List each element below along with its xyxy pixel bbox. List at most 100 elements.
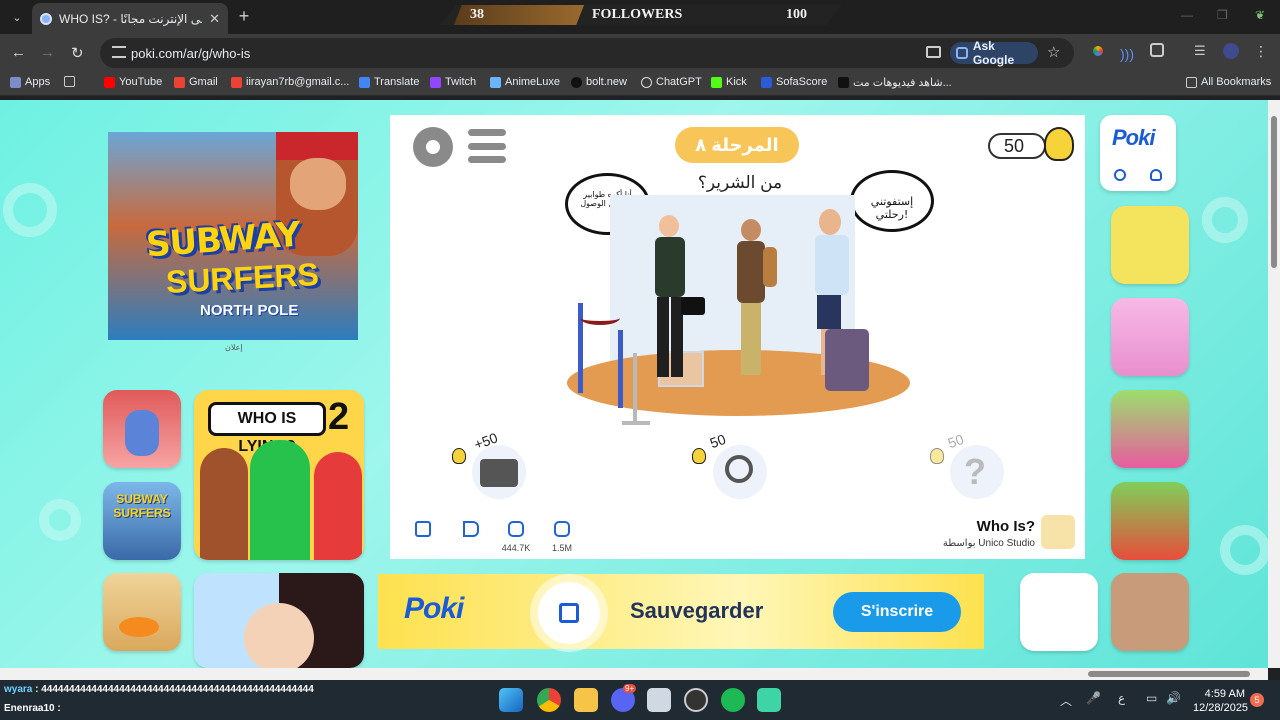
microphone-icon[interactable]: 🎤 xyxy=(1086,691,1101,705)
bookmarks-bar: Apps YouTube Gmail iirayan7rb@gmail.c...… xyxy=(0,72,1280,96)
bookmark-email[interactable]: iirayan7rb@gmail.c... xyxy=(231,76,349,88)
queue-pole-right xyxy=(618,330,623,408)
game-thumb-right-2[interactable] xyxy=(1111,298,1189,376)
install-app-icon[interactable] xyxy=(926,46,941,58)
clapperboard-icon xyxy=(480,459,518,487)
bookmark-label: AnimeLuxe xyxy=(505,76,561,88)
chrome-taskbar-icon[interactable] xyxy=(537,688,561,712)
report-flag-icon[interactable] xyxy=(463,521,479,537)
ad-title-line3: NORTH POLE xyxy=(200,302,299,319)
subway-surfers-ad[interactable]: SUBWAY SURFERS NORTH POLE xyxy=(108,132,358,340)
bookmark-bolt[interactable]: bolt.new xyxy=(571,76,627,88)
fullscreen-icon[interactable] xyxy=(415,521,431,537)
settings-gear-icon[interactable] xyxy=(413,127,453,167)
game-thumb-right-3[interactable] xyxy=(1111,390,1189,468)
game-thumb-right-1[interactable] xyxy=(1111,206,1189,284)
thumb-character xyxy=(125,410,159,456)
hamburger-menu-icon[interactable] xyxy=(468,129,506,163)
lightbulb-icon xyxy=(1044,127,1074,161)
game-thumb-fish-rescue[interactable] xyxy=(103,573,181,651)
language-indicator[interactable]: ع xyxy=(1118,691,1125,705)
game-thumb-right-4[interactable] xyxy=(1111,482,1189,560)
tab-search-chevron-icon[interactable]: ⌄ xyxy=(6,6,28,28)
windows-taskbar: wyara : 44444444444444444444444444444444… xyxy=(0,680,1280,720)
game-thumb-subway-surfers[interactable]: SUBWAY SURFERS xyxy=(103,482,181,560)
file-explorer-icon[interactable] xyxy=(574,688,598,712)
bookmark-sofascore[interactable]: SofaScore xyxy=(761,76,827,88)
signup-button[interactable]: S'inscrire xyxy=(833,592,961,632)
bookmark-animeluxe[interactable]: AnimeLuxe xyxy=(490,76,560,88)
notification-badge[interactable]: 5 xyxy=(1250,693,1264,707)
all-bookmarks[interactable]: All Bookmarks xyxy=(1186,76,1271,88)
bookmark-translate[interactable]: Translate xyxy=(359,76,419,88)
bookmark-gmail[interactable]: Gmail xyxy=(174,76,218,88)
magnifier-hint-button[interactable] xyxy=(713,445,767,499)
bookmark-grid[interactable] xyxy=(64,76,75,87)
bookmark-label: All Bookmarks xyxy=(1201,76,1272,88)
poki-logo-card[interactable]: Poki xyxy=(1100,115,1176,191)
like-icon[interactable] xyxy=(554,521,570,537)
photos-icon[interactable] xyxy=(647,688,671,712)
bookmark-tiktok[interactable]: شاهد فيديوهات مت... xyxy=(838,76,952,89)
extension-audio-icon[interactable]: ))) xyxy=(1120,46,1134,62)
maximize-icon[interactable]: ❐ xyxy=(1217,8,1228,22)
profile-leaf-icon[interactable]: ❦ xyxy=(1255,8,1265,22)
back-icon[interactable]: ← xyxy=(11,44,26,61)
bookmark-youtube[interactable]: YouTube xyxy=(104,76,162,88)
game-thumb-brain-test[interactable] xyxy=(1020,573,1098,651)
user-icon[interactable] xyxy=(1150,169,1162,181)
dislike-icon[interactable] xyxy=(508,521,524,537)
extensions-puzzle-icon[interactable] xyxy=(1150,43,1164,57)
scroll-thumb[interactable] xyxy=(1088,671,1250,677)
ask-google-button[interactable]: Ask Google xyxy=(950,39,1038,67)
vertical-scrollbar[interactable] xyxy=(1268,100,1280,668)
like-count: 1.5M xyxy=(551,543,572,553)
bookmark-chatgpt[interactable]: ChatGPT xyxy=(641,76,702,88)
game-thumb-right-5[interactable] xyxy=(1111,573,1189,651)
bookmark-star-icon[interactable]: ☆ xyxy=(1047,43,1060,61)
clock[interactable]: 4:59 AM 12/28/2025 xyxy=(1193,687,1249,715)
network-icon[interactable]: ▭ xyxy=(1146,691,1157,705)
close-tab-icon[interactable]: ✕ xyxy=(209,11,220,27)
app-icon[interactable] xyxy=(757,688,781,712)
discord-icon[interactable]: 9+ xyxy=(611,684,637,712)
spotify-icon[interactable] xyxy=(721,688,745,712)
new-tab-icon[interactable]: + xyxy=(234,6,254,27)
scroll-thumb[interactable] xyxy=(1271,116,1277,268)
minimize-icon[interactable]: — xyxy=(1181,8,1193,22)
reload-icon[interactable]: ↻ xyxy=(71,44,84,62)
stream-chat-line-2: Enenraa10 : xyxy=(4,703,61,714)
forward-icon[interactable]: → xyxy=(40,44,55,61)
game-canvas[interactable]: المرحلة ٨ من الشرير؟ 50 أنا أكره طوابير … xyxy=(390,115,1085,559)
ad-label: إعلان xyxy=(225,343,243,352)
url-text[interactable]: poki.com/ar/g/who-is xyxy=(131,46,250,61)
reading-list-icon[interactable]: ☰ xyxy=(1194,43,1210,59)
address-bar[interactable]: poki.com/ar/g/who-is Ask Google ☆ xyxy=(100,38,1074,68)
banner-poki-logo: Poki xyxy=(404,592,464,625)
lightbulb-small-icon xyxy=(692,448,706,464)
tray-chevron-icon[interactable]: ︿ xyxy=(1060,692,1072,709)
game-thumb-hotel[interactable] xyxy=(103,390,181,468)
save-icon-circle xyxy=(538,582,600,644)
game-thumb-angel-devil[interactable] xyxy=(194,573,364,668)
watch-video-hint-button[interactable] xyxy=(472,445,526,499)
bookmark-label: ChatGPT xyxy=(656,76,702,88)
search-icon[interactable] xyxy=(1114,169,1126,181)
windows-start-icon[interactable] xyxy=(499,688,523,712)
bookmark-apps[interactable]: Apps xyxy=(10,76,50,88)
site-info-icon[interactable] xyxy=(112,46,126,58)
extension-color-icon[interactable] xyxy=(1090,43,1106,59)
game-thumb-who-is-lying-2[interactable]: WHO IS LYING? 2 xyxy=(194,390,364,560)
kebab-menu-icon[interactable]: ⋮ xyxy=(1254,43,1270,59)
question-hint-button[interactable]: ? xyxy=(950,445,1004,499)
volume-icon[interactable]: 🔊 xyxy=(1166,691,1181,705)
obs-icon[interactable] xyxy=(684,688,708,712)
clock-date: 12/28/2025 xyxy=(1193,702,1249,714)
lightbulb-small-icon xyxy=(452,448,466,464)
bookmark-twitch[interactable]: Twitch xyxy=(430,76,476,88)
active-tab[interactable]: WHO IS? - العب على الإنترنت مجانًا ✕ xyxy=(32,3,228,34)
chat-message: : xyxy=(57,703,61,714)
horizontal-scrollbar[interactable] xyxy=(0,668,1268,680)
profile-avatar[interactable] xyxy=(1223,43,1239,59)
bookmark-kick[interactable]: Kick xyxy=(711,76,747,88)
